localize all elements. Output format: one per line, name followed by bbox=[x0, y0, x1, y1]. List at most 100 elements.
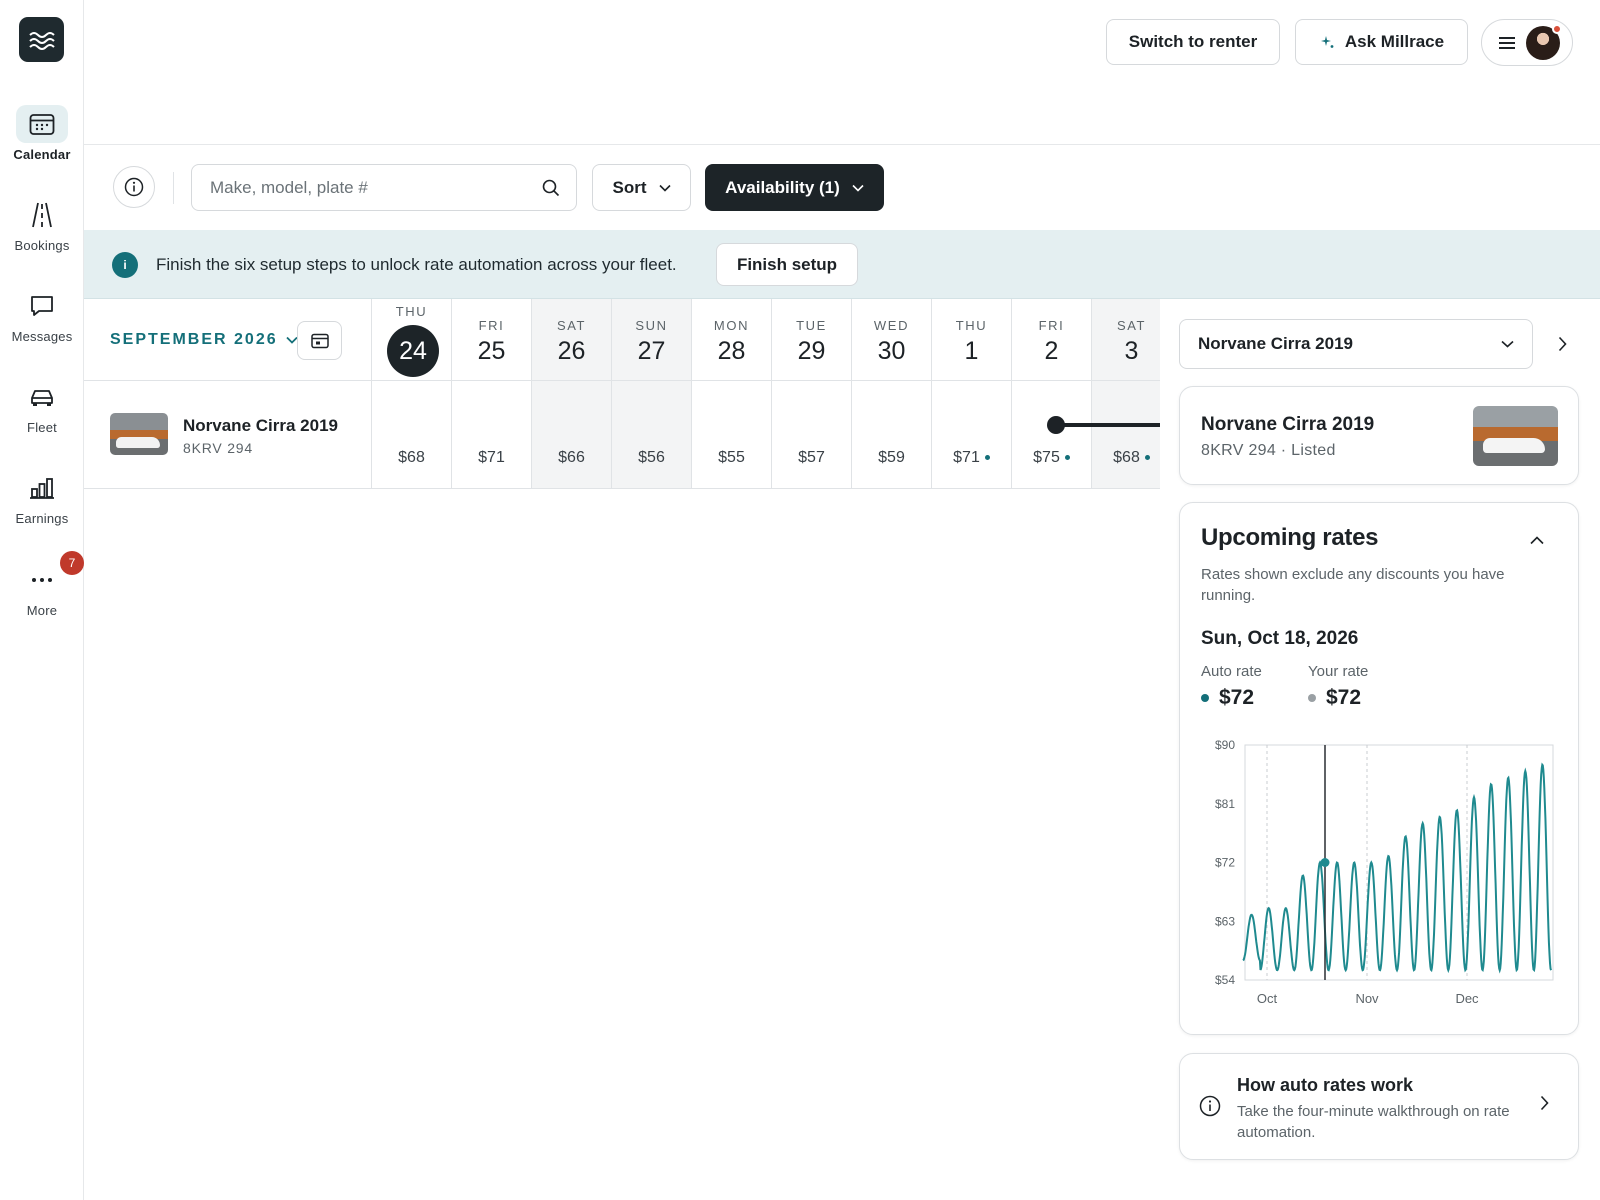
nav-earnings[interactable]: Earnings bbox=[0, 469, 84, 526]
profile-menu-button[interactable] bbox=[1481, 19, 1573, 66]
info-button[interactable] bbox=[113, 166, 155, 208]
y-tick-label: $72 bbox=[1215, 856, 1235, 870]
availability-filter-button[interactable]: Availability (1) bbox=[705, 164, 884, 211]
nav-calendar[interactable]: Calendar bbox=[0, 105, 84, 162]
date-picker-button[interactable] bbox=[297, 321, 342, 360]
rate-chart[interactable]: $90 $81 $72 $63 $54 Oct Nov Dec bbox=[1180, 725, 1578, 1015]
day-column[interactable]: SAT 3 $68 bbox=[1092, 299, 1160, 489]
month-header: SEPTEMBER 2026 bbox=[84, 299, 372, 381]
day-of-week: SAT bbox=[556, 318, 587, 333]
price-value: $68 bbox=[1113, 449, 1140, 466]
day-header: FRI 25 bbox=[452, 299, 531, 381]
collapse-button[interactable] bbox=[1526, 529, 1548, 551]
price-value: $68 bbox=[398, 449, 425, 466]
month-picker[interactable]: SEPTEMBER 2026 bbox=[110, 331, 298, 349]
day-header: WED 30 bbox=[852, 299, 931, 381]
rates-note: Rates shown exclude any discounts you ha… bbox=[1201, 566, 1505, 604]
bar-chart-icon bbox=[16, 469, 68, 507]
vehicle-name: Norvane Cirra 2019 bbox=[183, 416, 338, 435]
day-column[interactable]: FRI 25 $71 bbox=[452, 299, 532, 489]
day-price[interactable]: $59 bbox=[852, 449, 931, 467]
left-rail: Calendar Bookings Messages Fleet Earning… bbox=[0, 0, 84, 1200]
calendar-icon bbox=[16, 105, 68, 143]
ask-millrace-button[interactable]: Ask Millrace bbox=[1295, 19, 1468, 65]
day-number: 1 bbox=[964, 337, 979, 365]
ask-label: Ask Millrace bbox=[1344, 32, 1445, 51]
day-price[interactable]: $66 bbox=[532, 449, 611, 467]
vehicle-card-subtitle: 8KRV 294 · Listed bbox=[1201, 442, 1336, 459]
x-tick-label: Dec bbox=[1455, 991, 1479, 1006]
nav-fleet[interactable]: Fleet bbox=[0, 378, 84, 435]
your-rate-dot bbox=[1308, 694, 1316, 702]
day-column[interactable]: SAT 26 $66 bbox=[532, 299, 612, 489]
calendar-grid: SEPTEMBER 2026 Norvane Cirra 2019 8KRV 2… bbox=[84, 299, 1160, 489]
how-auto-rates-work-card[interactable]: How auto rates work Take the four-minute… bbox=[1179, 1053, 1579, 1160]
toolbar-divider bbox=[173, 172, 174, 204]
price-value: $71 bbox=[478, 449, 505, 466]
month-label: SEPTEMBER 2026 bbox=[110, 331, 278, 348]
millrace-logo[interactable] bbox=[19, 17, 64, 62]
x-tick-label: Nov bbox=[1355, 991, 1379, 1006]
day-price[interactable]: $55 bbox=[692, 449, 771, 467]
next-vehicle-button[interactable] bbox=[1551, 331, 1573, 357]
availability-range-handle[interactable] bbox=[1047, 416, 1065, 434]
auto-rate-dot bbox=[1144, 455, 1150, 461]
day-price[interactable]: $75 bbox=[1012, 449, 1091, 467]
selected-point bbox=[1320, 858, 1330, 867]
calendar-icon bbox=[310, 333, 329, 348]
search-input[interactable] bbox=[210, 177, 542, 198]
y-tick-label: $54 bbox=[1215, 973, 1235, 987]
nav-label: Bookings bbox=[14, 238, 70, 253]
switch-to-renter-button[interactable]: Switch to renter bbox=[1106, 19, 1280, 65]
availability-range-bar[interactable] bbox=[1056, 423, 1160, 427]
vehicle-card[interactable]: Norvane Cirra 2019 8KRV 294 · Listed bbox=[1179, 386, 1579, 485]
vehicle-row-header[interactable]: Norvane Cirra 2019 8KRV 294 bbox=[84, 381, 372, 489]
status-dot bbox=[1552, 23, 1562, 34]
day-column[interactable]: THU 24 $68 bbox=[372, 299, 452, 489]
info-icon: i bbox=[112, 252, 138, 278]
auto-rate-dot bbox=[984, 455, 990, 461]
day-number: 30 bbox=[877, 337, 906, 365]
day-header: SUN 27 bbox=[612, 299, 691, 381]
day-column[interactable]: FRI 2 $75 bbox=[1012, 299, 1092, 489]
chevron-down-icon bbox=[658, 184, 671, 192]
chevron-down-icon bbox=[1501, 340, 1514, 348]
search-icon[interactable] bbox=[542, 179, 560, 197]
switch-label: Switch to renter bbox=[1128, 32, 1258, 51]
chat-bubble-icon bbox=[16, 287, 68, 325]
availability-label: Availability (1) bbox=[725, 177, 840, 197]
day-price[interactable]: $68 bbox=[372, 449, 451, 467]
vehicle-select-value: Norvane Cirra 2019 bbox=[1198, 334, 1353, 353]
day-of-week: MON bbox=[713, 318, 750, 333]
search-box[interactable] bbox=[191, 164, 577, 211]
grid-divider bbox=[84, 488, 1160, 489]
day-column[interactable]: MON 28 $55 bbox=[692, 299, 772, 489]
finish-setup-button[interactable]: Finish setup bbox=[716, 243, 858, 286]
day-number: 3 bbox=[1124, 337, 1139, 365]
day-price[interactable]: $71 bbox=[932, 449, 1011, 467]
day-price[interactable]: $71 bbox=[452, 449, 531, 467]
nav-messages[interactable]: Messages bbox=[0, 287, 84, 344]
your-rate-label: Your rate bbox=[1308, 663, 1369, 680]
day-column[interactable]: THU 1 $71 bbox=[932, 299, 1012, 489]
day-of-week: THU bbox=[395, 304, 428, 319]
day-column[interactable]: WED 30 $59 bbox=[852, 299, 932, 489]
sort-dropdown[interactable]: Sort bbox=[592, 164, 691, 211]
nav-bookings[interactable]: Bookings bbox=[0, 196, 84, 253]
day-number: 27 bbox=[637, 337, 666, 365]
info-icon bbox=[1199, 1095, 1221, 1117]
day-column[interactable]: TUE 29 $57 bbox=[772, 299, 852, 489]
nav-label: Calendar bbox=[13, 147, 71, 162]
day-of-week: TUE bbox=[796, 318, 827, 333]
price-value: $59 bbox=[878, 449, 905, 466]
sort-label: Sort bbox=[612, 177, 647, 197]
day-column[interactable]: SUN 27 $56 bbox=[612, 299, 692, 489]
day-price[interactable]: $57 bbox=[772, 449, 851, 467]
day-price[interactable]: $68 bbox=[1092, 449, 1160, 467]
info-icon bbox=[124, 177, 144, 197]
day-header: TUE 29 bbox=[772, 299, 851, 381]
vehicle-select[interactable]: Norvane Cirra 2019 bbox=[1179, 319, 1533, 369]
y-tick-label: $63 bbox=[1215, 914, 1235, 928]
day-price[interactable]: $56 bbox=[612, 449, 691, 467]
day-of-week: THU bbox=[955, 318, 988, 333]
